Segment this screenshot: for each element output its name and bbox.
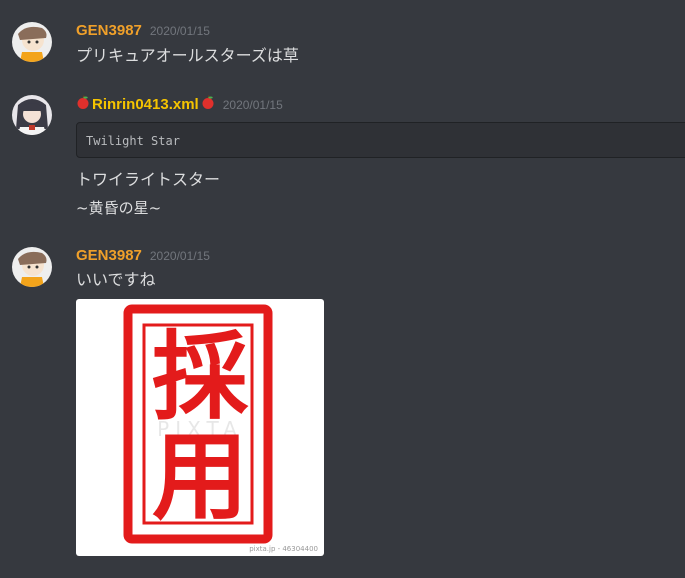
message-text: いいですね	[76, 270, 156, 289]
username[interactable]: GEN3987	[76, 247, 142, 264]
stamp-char-2: 用	[152, 420, 248, 533]
stamp-char-1: 採	[152, 320, 248, 433]
image-credit: pixta.jp - 46304400	[249, 545, 318, 553]
avatar-gen3987[interactable]	[12, 247, 52, 287]
attachment-image[interactable]: 採 PIXTA 用 pixta.jp - 46304400	[76, 299, 324, 556]
message-gen3987-2: GEN3987 2020/01/15 いいですね 採 PIXTA 用 pixta…	[0, 0, 685, 578]
timestamp: 2020/01/15	[149, 249, 210, 263]
